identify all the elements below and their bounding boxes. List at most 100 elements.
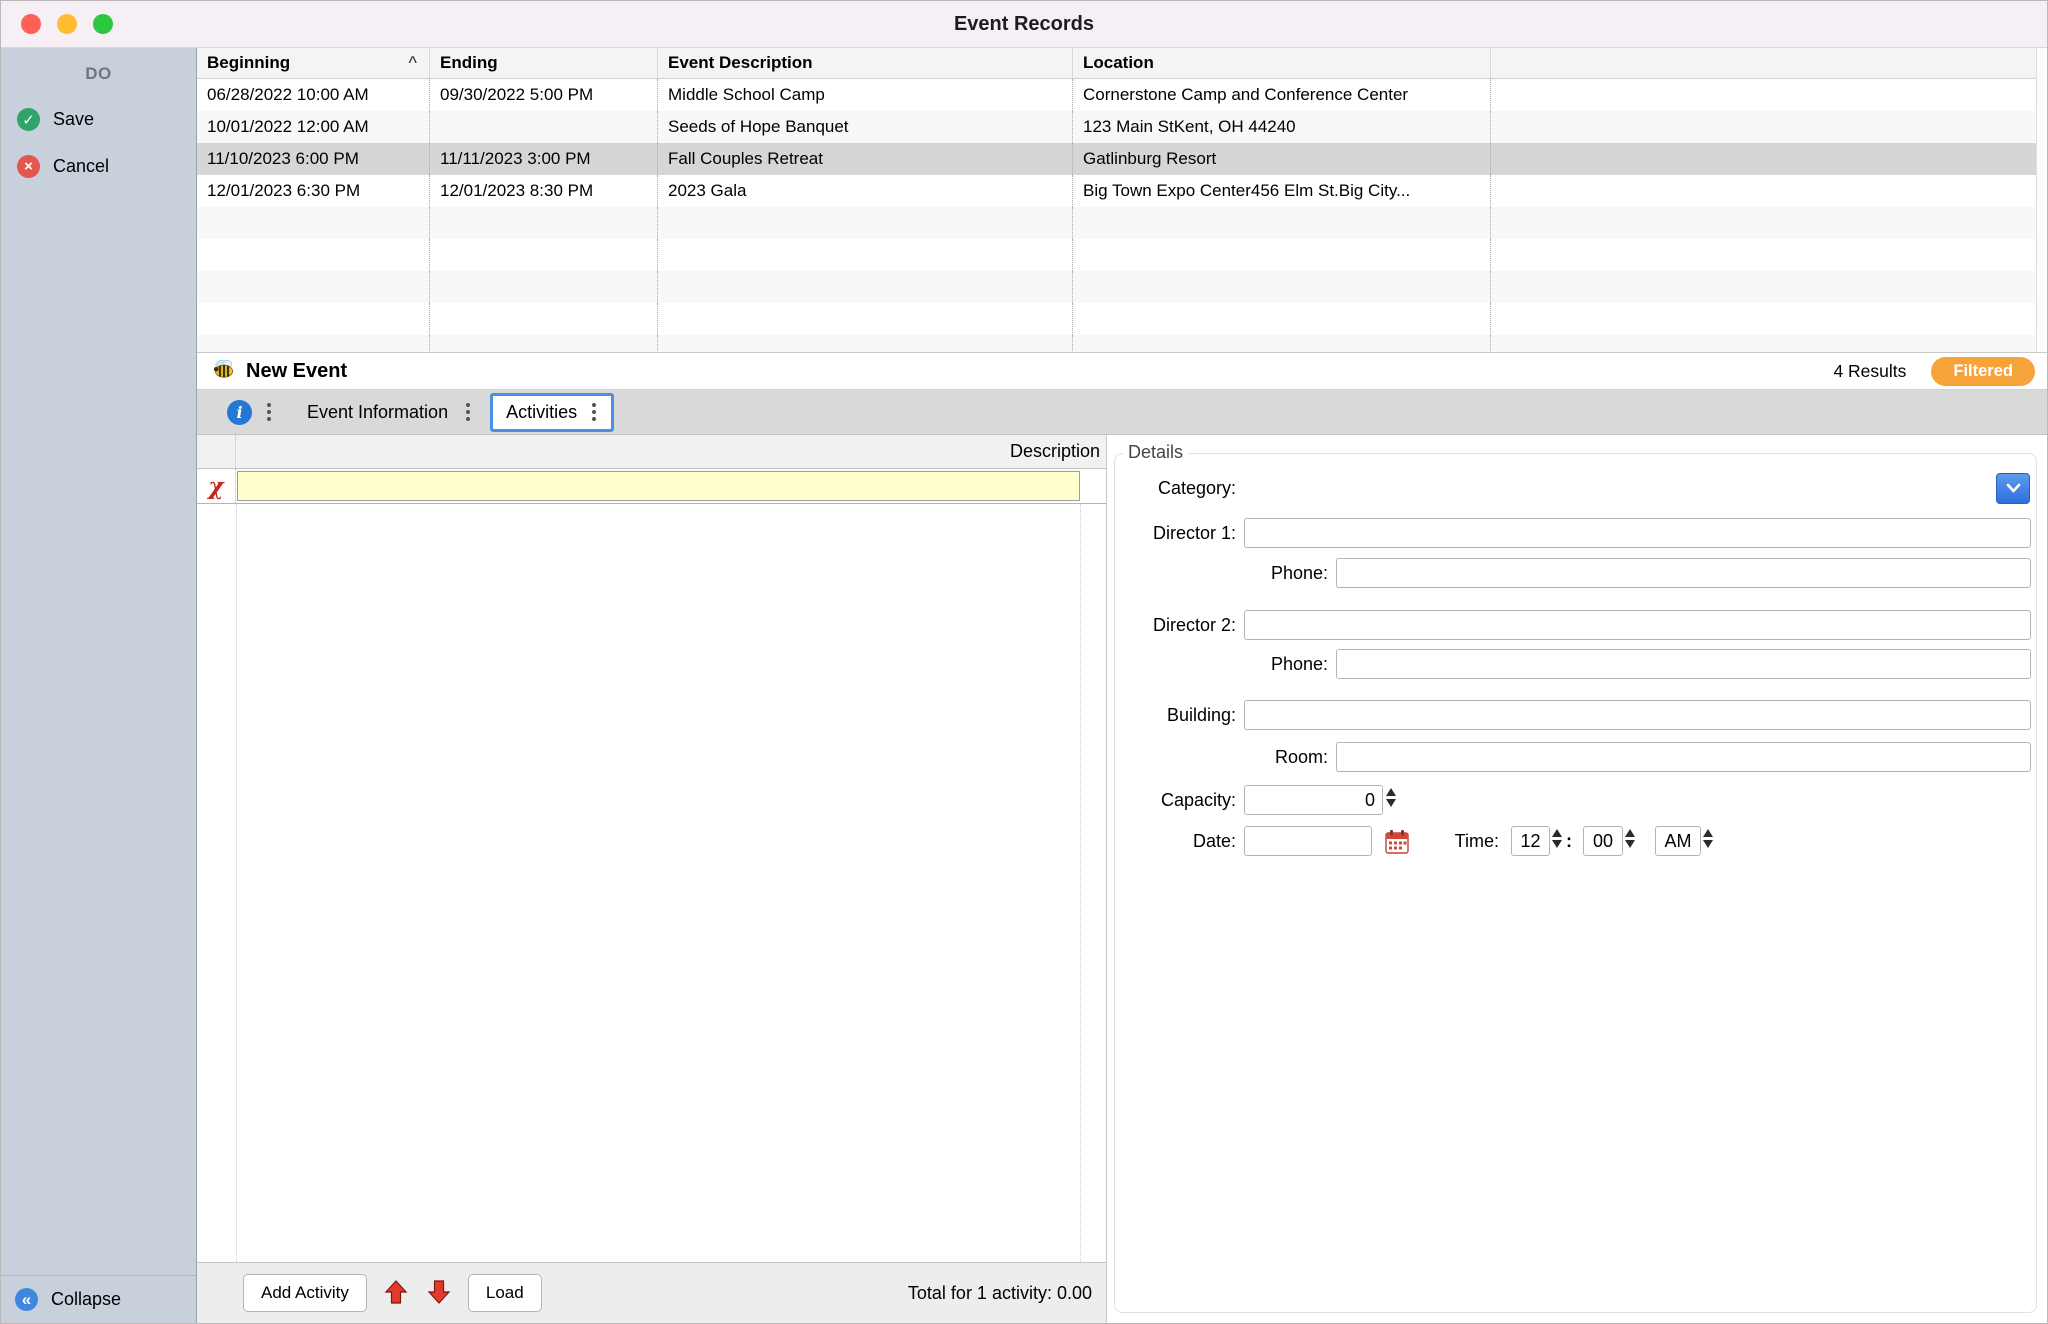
column-header-beginning[interactable]: Beginning ^ <box>197 48 429 78</box>
table-row-selected[interactable]: 11/10/2023 6:00 PM 11/11/2023 3:00 PM Fa… <box>197 143 2047 175</box>
tab-activities[interactable]: Activities <box>490 393 614 432</box>
tab-options-icon[interactable] <box>590 401 598 423</box>
title-bar: Event Records <box>1 1 2047 48</box>
description-column-header[interactable]: Description <box>236 435 1106 468</box>
minute-stepper[interactable] <box>1625 829 1635 848</box>
director1-input[interactable] <box>1244 518 2031 548</box>
events-table-header: Beginning ^ Ending Event Description Loc… <box>197 48 2047 79</box>
details-panel: Details Category: Director 1: Phone: <box>1107 435 2047 1323</box>
record-bar: New Event 4 Results Filtered <box>197 353 2047 390</box>
calendar-picker-button[interactable] <box>1384 828 1410 858</box>
date-time-row: Date: <box>1107 826 2047 857</box>
tab-event-information[interactable]: Event Information <box>307 402 448 423</box>
collapse-chevrons-icon: « <box>15 1288 38 1311</box>
table-row-empty <box>197 207 2047 239</box>
time-hour-input[interactable]: 12 <box>1511 826 1550 856</box>
building-input[interactable] <box>1244 700 2031 730</box>
table-row[interactable]: 10/01/2022 12:00 AM Seeds of Hope Banque… <box>197 111 2047 143</box>
collapse-label: Collapse <box>51 1289 121 1310</box>
delete-chi-icon: χ <box>208 475 223 498</box>
director1-row: Director 1: <box>1107 518 2047 549</box>
move-down-icon <box>427 1279 451 1308</box>
phone1-input[interactable] <box>1336 558 2031 588</box>
cancel-label: Cancel <box>53 156 109 177</box>
save-button[interactable]: ✓ Save <box>1 108 196 131</box>
capacity-input[interactable]: 0 <box>1244 785 1383 815</box>
time-minute-input[interactable]: 00 <box>1583 826 1623 856</box>
director2-input[interactable] <box>1244 610 2031 640</box>
table-row[interactable]: 06/28/2022 10:00 AM 09/30/2022 5:00 PM M… <box>197 79 2047 111</box>
category-label: Category: <box>1107 473 1236 504</box>
activities-header-row: Description <box>197 435 1106 469</box>
table-row-empty <box>197 239 2047 271</box>
details-legend: Details <box>1123 442 1188 463</box>
director2-row: Director 2: <box>1107 610 2047 641</box>
activity-row: χ <box>197 469 1106 504</box>
window-controls <box>1 14 113 34</box>
zoom-window-button[interactable] <box>93 14 113 34</box>
capacity-row: Capacity: 0 <box>1107 785 2047 816</box>
sidebar: DO ✓ Save × Cancel « Collapse <box>1 48 197 1323</box>
phone2-input[interactable] <box>1336 649 2031 679</box>
filtered-badge[interactable]: Filtered <box>1931 357 2035 386</box>
time-label: Time: <box>1439 826 1499 857</box>
chevron-down-icon <box>2006 481 2021 496</box>
room-input[interactable] <box>1336 742 2031 772</box>
move-up-icon <box>384 1279 408 1308</box>
capacity-stepper[interactable] <box>1386 788 1396 807</box>
column-header-location[interactable]: Location <box>1072 48 1490 78</box>
capacity-label: Capacity: <box>1107 785 1236 816</box>
room-row: Room: <box>1107 742 2047 773</box>
move-down-button[interactable] <box>425 1279 453 1308</box>
phone2-label: Phone: <box>1107 649 1328 680</box>
tab-options-icon[interactable] <box>464 401 472 423</box>
cancel-button[interactable]: × Cancel <box>1 155 196 178</box>
save-label: Save <box>53 109 94 130</box>
hour-stepper[interactable] <box>1552 829 1562 848</box>
collapse-button[interactable]: « Collapse <box>1 1275 196 1323</box>
building-row: Building: <box>1107 700 2047 731</box>
column-header-event-description[interactable]: Event Description <box>657 48 1072 78</box>
sidebar-header: DO <box>1 64 196 84</box>
activities-panel: Description χ Add Activity <box>197 435 1107 1323</box>
table-row-empty <box>197 271 2047 303</box>
building-label: Building: <box>1107 700 1236 731</box>
date-label: Date: <box>1107 826 1236 857</box>
table-row[interactable]: 12/01/2023 6:30 PM 12/01/2023 8:30 PM 20… <box>197 175 2047 207</box>
save-check-icon: ✓ <box>17 108 40 131</box>
add-activity-button[interactable]: Add Activity <box>243 1274 367 1312</box>
load-button[interactable]: Load <box>468 1274 542 1312</box>
activities-total: Total for 1 activity: 0.00 <box>908 1283 1092 1304</box>
category-dropdown-button[interactable] <box>1996 473 2030 504</box>
results-count: 4 Results <box>1833 361 1906 382</box>
close-window-button[interactable] <box>21 14 41 34</box>
cancel-x-icon: × <box>17 155 40 178</box>
sort-ascending-icon: ^ <box>409 53 417 74</box>
time-ampm-input[interactable]: AM <box>1655 826 1701 856</box>
move-up-button[interactable] <box>382 1279 410 1308</box>
time-separator: : <box>1566 826 1572 857</box>
ampm-stepper[interactable] <box>1703 829 1713 848</box>
minimize-window-button[interactable] <box>57 14 77 34</box>
phone1-label: Phone: <box>1107 558 1328 589</box>
table-scrollbar[interactable] <box>2036 48 2047 352</box>
column-header-empty <box>1490 48 2047 78</box>
column-header-ending[interactable]: Ending <box>429 48 657 78</box>
activities-list-area <box>197 504 1106 1262</box>
director1-label: Director 1: <box>1107 518 1236 549</box>
director2-label: Director 2: <box>1107 610 1236 641</box>
activity-description-input[interactable] <box>237 471 1080 501</box>
bee-icon <box>211 357 237 386</box>
info-icon[interactable]: i <box>227 400 252 425</box>
record-title: New Event <box>246 360 347 383</box>
tab-options-icon[interactable] <box>265 401 273 423</box>
phone1-row: Phone: <box>1107 558 2047 589</box>
activities-toolbar: Add Activity Load Total for 1 activity: … <box>197 1262 1106 1323</box>
events-table: Beginning ^ Ending Event Description Loc… <box>197 48 2047 353</box>
delete-activity-button[interactable]: χ <box>197 469 236 503</box>
room-label: Room: <box>1107 742 1328 773</box>
table-row-empty <box>197 335 2047 353</box>
table-row-empty <box>197 303 2047 335</box>
date-input[interactable] <box>1244 826 1372 856</box>
category-row: Category: <box>1107 473 2047 504</box>
